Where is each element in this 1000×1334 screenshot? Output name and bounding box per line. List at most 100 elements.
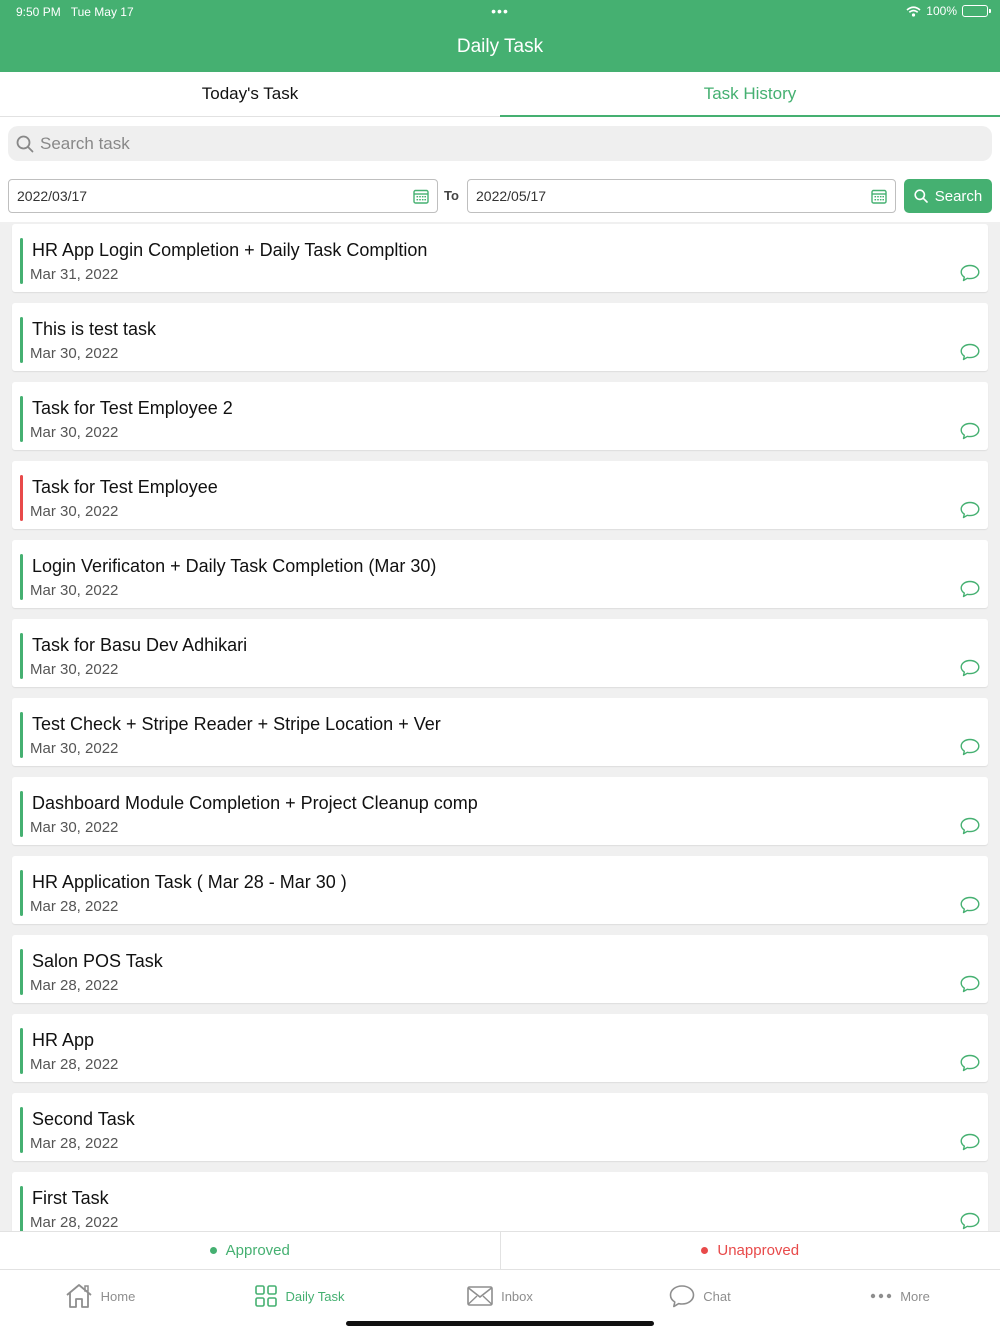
status-indicator-bar	[20, 238, 23, 284]
task-title: Task for Test Employee	[32, 477, 218, 497]
search-icon	[914, 189, 928, 203]
task-title: HR App Login Completion + Daily Task Com…	[32, 240, 428, 260]
search-input[interactable]	[40, 133, 940, 154]
search-bar[interactable]	[8, 126, 992, 161]
nav-daily-task[interactable]: Daily Task	[200, 1270, 400, 1322]
search-button[interactable]: Search	[904, 179, 992, 213]
battery-percent: 100%	[926, 4, 957, 18]
comment-icon[interactable]	[960, 738, 980, 756]
tab-bar: Today's Task Task History	[0, 72, 1000, 117]
comment-icon[interactable]	[960, 896, 980, 914]
nav-more-label: More	[900, 1288, 930, 1304]
to-date-value: 2022/05/17	[476, 188, 547, 204]
from-date-field[interactable]: 2022/03/17	[8, 179, 438, 213]
nav-inbox-label: Inbox	[501, 1288, 533, 1304]
task-date: Mar 30, 2022	[30, 819, 119, 836]
nav-chat-label: Chat	[703, 1288, 731, 1304]
status-indicator-bar	[20, 949, 23, 995]
task-date: Mar 30, 2022	[30, 582, 119, 599]
approved-dot	[209, 1247, 217, 1254]
task-date: Mar 30, 2022	[30, 503, 119, 520]
calendar-icon[interactable]	[413, 189, 429, 204]
comment-icon[interactable]	[960, 580, 980, 598]
tab-todays-task[interactable]: Today's Task	[0, 72, 500, 116]
grid-icon	[255, 1285, 278, 1307]
task-title: HR Application Task ( Mar 28 - Mar 30 )	[32, 872, 347, 892]
task-date: Mar 30, 2022	[30, 740, 119, 757]
task-card[interactable]: Task for Test Employee Mar 30, 2022	[12, 461, 988, 529]
task-title: Task for Basu Dev Adhikari	[32, 635, 248, 655]
legend-approved-label: Approved	[225, 1242, 290, 1259]
status-indicator-bar	[20, 791, 23, 837]
nav-chat[interactable]: Chat	[600, 1270, 800, 1322]
status-indicator-bar	[20, 554, 23, 600]
task-title: Test Check + Stripe Reader + Stripe Loca…	[32, 714, 441, 734]
status-legend: Approved Unapproved	[0, 1231, 1000, 1270]
nav-more[interactable]: More	[800, 1270, 1000, 1322]
battery-icon	[962, 5, 991, 17]
task-list[interactable]: HR App Login Completion + Daily Task Com…	[0, 222, 1000, 1231]
nav-daily-task-label: Daily Task	[285, 1288, 345, 1304]
comment-icon[interactable]	[960, 1212, 980, 1230]
nav-home-label: Home	[100, 1288, 136, 1304]
status-indicator-bar	[20, 1186, 23, 1231]
task-card[interactable]: Dashboard Module Completion + Project Cl…	[12, 777, 988, 845]
task-card[interactable]: First Task Mar 28, 2022	[12, 1172, 988, 1231]
comment-icon[interactable]	[960, 1133, 980, 1151]
legend-unapproved-label: Unapproved	[717, 1242, 800, 1259]
status-indicator-bar	[20, 475, 23, 521]
nav-inbox[interactable]: Inbox	[400, 1270, 600, 1322]
comment-icon[interactable]	[960, 817, 980, 835]
comment-icon[interactable]	[960, 1054, 980, 1072]
page-title: Daily Task	[456, 36, 544, 57]
task-date: Mar 30, 2022	[30, 345, 119, 362]
status-indicator-bar	[20, 633, 23, 679]
task-card[interactable]: HR App Mar 28, 2022	[12, 1014, 988, 1082]
to-date-field[interactable]: 2022/05/17	[467, 179, 896, 213]
comment-icon[interactable]	[960, 659, 980, 677]
task-card[interactable]: Salon POS Task Mar 28, 2022	[12, 935, 988, 1003]
task-title: Dashboard Module Completion + Project Cl…	[32, 793, 478, 813]
task-card[interactable]: This is test task Mar 30, 2022	[12, 303, 988, 371]
nav-home[interactable]: Home	[0, 1270, 200, 1322]
chat-bubble-icon	[669, 1285, 695, 1308]
task-title: Salon POS Task	[32, 951, 163, 971]
task-card[interactable]: HR App Login Completion + Daily Task Com…	[12, 224, 988, 292]
legend-approved[interactable]: Approved	[0, 1232, 500, 1269]
task-card[interactable]: HR Application Task ( Mar 28 - Mar 30 ) M…	[12, 856, 988, 924]
comment-icon[interactable]	[960, 264, 980, 282]
task-card[interactable]: Task for Test Employee 2 Mar 30, 2022	[12, 382, 988, 450]
task-date: Mar 28, 2022	[30, 1056, 119, 1073]
mail-icon	[467, 1286, 493, 1306]
task-card[interactable]: Task for Basu Dev Adhikari Mar 30, 2022	[12, 619, 988, 687]
comment-icon[interactable]	[960, 501, 980, 519]
search-icon	[16, 135, 34, 152]
multitasking-dots[interactable]: •••	[0, 3, 1000, 19]
comment-icon[interactable]	[960, 422, 980, 440]
task-card[interactable]: Login Verificaton + Daily Task Completio…	[12, 540, 988, 608]
tab-task-history[interactable]: Task History	[500, 72, 1000, 117]
task-title: Task for Test Employee 2	[32, 398, 233, 418]
task-date: Mar 30, 2022	[30, 661, 119, 678]
calendar-icon[interactable]	[871, 189, 887, 204]
status-indicator-bar	[20, 317, 23, 363]
task-date: Mar 31, 2022	[30, 266, 119, 283]
comment-icon[interactable]	[960, 975, 980, 993]
home-indicator	[346, 1321, 654, 1326]
status-indicator-bar	[20, 1028, 23, 1074]
more-icon	[870, 1293, 892, 1299]
legend-unapproved[interactable]: Unapproved	[499, 1232, 1000, 1269]
to-label: To	[444, 188, 459, 203]
comment-icon[interactable]	[960, 343, 980, 361]
task-date: Mar 28, 2022	[30, 898, 119, 915]
task-title: Login Verificaton + Daily Task Completio…	[32, 556, 437, 576]
status-indicator-bar	[20, 870, 23, 916]
task-date: Mar 28, 2022	[30, 1135, 119, 1152]
task-card[interactable]: Test Check + Stripe Reader + Stripe Loca…	[12, 698, 988, 766]
wifi-icon	[906, 5, 921, 17]
task-card[interactable]: Second Task Mar 28, 2022	[12, 1093, 988, 1161]
status-indicator-bar	[20, 1107, 23, 1153]
task-title: Second Task	[32, 1109, 135, 1129]
search-button-label: Search	[934, 187, 983, 205]
status-indicator-bar	[20, 712, 23, 758]
